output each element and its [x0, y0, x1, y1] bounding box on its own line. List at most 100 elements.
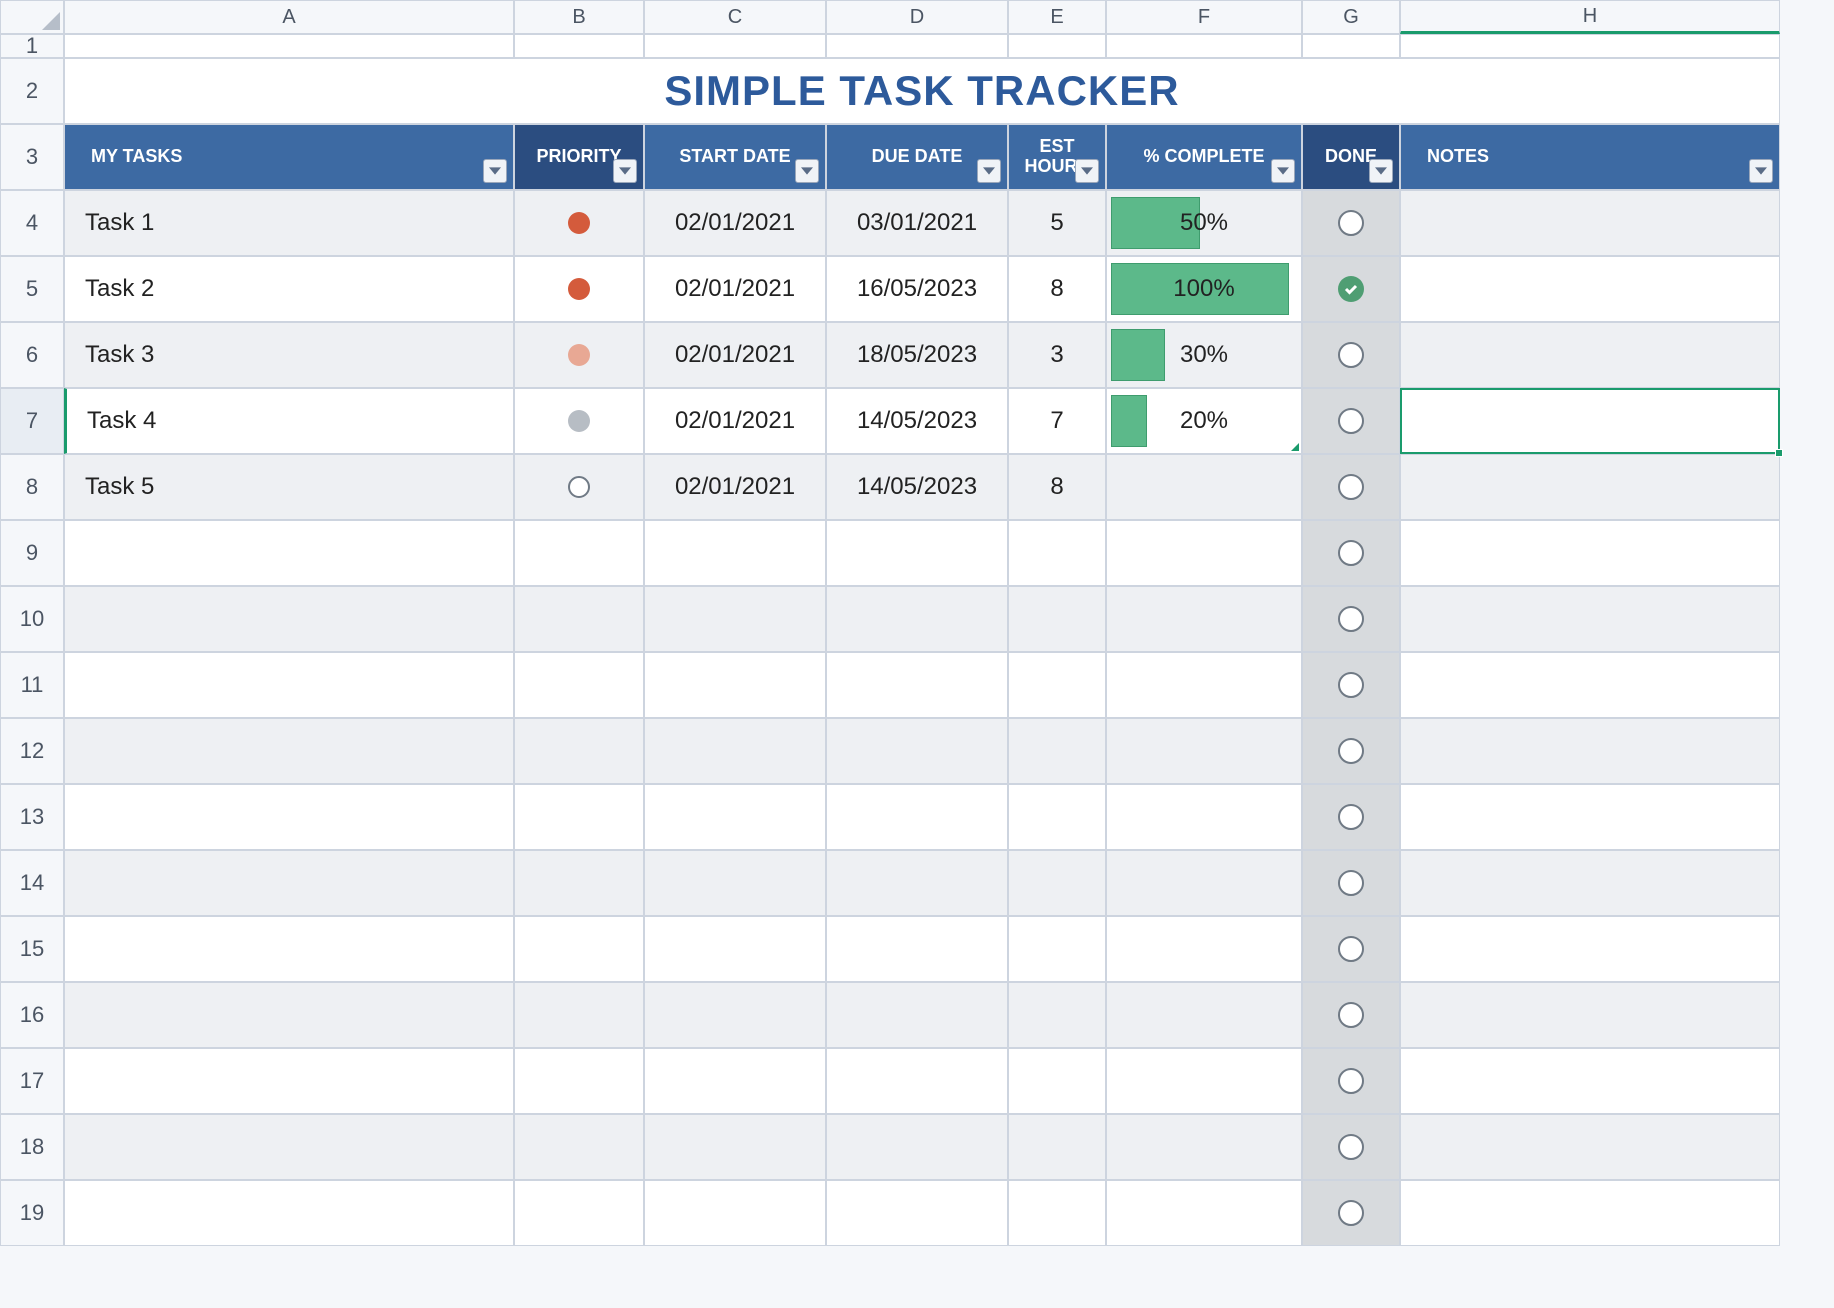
cell-B11[interactable]: [514, 652, 644, 718]
cell-H14[interactable]: [1400, 850, 1780, 916]
cell-B15[interactable]: [514, 916, 644, 982]
cell-D1[interactable]: [826, 34, 1008, 58]
row-header-1[interactable]: 1: [0, 34, 64, 58]
cell-D14[interactable]: [826, 850, 1008, 916]
cell-A4[interactable]: Task 1: [64, 190, 514, 256]
cell-D16[interactable]: [826, 982, 1008, 1048]
cell-A17[interactable]: [64, 1048, 514, 1114]
row-header-16[interactable]: 16: [0, 982, 64, 1048]
cell-B1[interactable]: [514, 34, 644, 58]
cell-D13[interactable]: [826, 784, 1008, 850]
cell-B19[interactable]: [514, 1180, 644, 1246]
cell-F1[interactable]: [1106, 34, 1302, 58]
cell-E17[interactable]: [1008, 1048, 1106, 1114]
cell-G1[interactable]: [1302, 34, 1400, 58]
cell-F13[interactable]: [1106, 784, 1302, 850]
cell-F8[interactable]: [1106, 454, 1302, 520]
cell-C6[interactable]: 02/01/2021: [644, 322, 826, 388]
cell-E7[interactable]: 7: [1008, 388, 1106, 454]
row-header-17[interactable]: 17: [0, 1048, 64, 1114]
cell-G16[interactable]: [1302, 982, 1400, 1048]
row-header-14[interactable]: 14: [0, 850, 64, 916]
row-header-13[interactable]: 13: [0, 784, 64, 850]
cell-A8[interactable]: Task 5: [64, 454, 514, 520]
cell-F19[interactable]: [1106, 1180, 1302, 1246]
cell-B5[interactable]: [514, 256, 644, 322]
cell-D15[interactable]: [826, 916, 1008, 982]
cell-H7[interactable]: [1400, 388, 1780, 454]
cell-E15[interactable]: [1008, 916, 1106, 982]
filter-done[interactable]: [1369, 159, 1393, 183]
cell-A6[interactable]: Task 3: [64, 322, 514, 388]
cell-A10[interactable]: [64, 586, 514, 652]
cell-E6[interactable]: 3: [1008, 322, 1106, 388]
cell-F7[interactable]: 20%: [1106, 388, 1302, 454]
cell-H8[interactable]: [1400, 454, 1780, 520]
col-header-B[interactable]: B: [514, 0, 644, 34]
cell-D12[interactable]: [826, 718, 1008, 784]
row-header-7[interactable]: 7: [0, 388, 64, 454]
cell-F4[interactable]: 50%: [1106, 190, 1302, 256]
cell-D19[interactable]: [826, 1180, 1008, 1246]
cell-G7[interactable]: [1302, 388, 1400, 454]
cell-E11[interactable]: [1008, 652, 1106, 718]
cell-C16[interactable]: [644, 982, 826, 1048]
cell-G13[interactable]: [1302, 784, 1400, 850]
cell-B10[interactable]: [514, 586, 644, 652]
cell-A14[interactable]: [64, 850, 514, 916]
cell-F15[interactable]: [1106, 916, 1302, 982]
filter-my_tasks[interactable]: [483, 159, 507, 183]
cell-F11[interactable]: [1106, 652, 1302, 718]
cell-C11[interactable]: [644, 652, 826, 718]
row-header-2[interactable]: 2: [0, 58, 64, 124]
cell-H9[interactable]: [1400, 520, 1780, 586]
row-header-15[interactable]: 15: [0, 916, 64, 982]
filter-pct_complete[interactable]: [1271, 159, 1295, 183]
cell-E16[interactable]: [1008, 982, 1106, 1048]
cell-E12[interactable]: [1008, 718, 1106, 784]
cell-B17[interactable]: [514, 1048, 644, 1114]
cell-E18[interactable]: [1008, 1114, 1106, 1180]
row-header-8[interactable]: 8: [0, 454, 64, 520]
cell-F17[interactable]: [1106, 1048, 1302, 1114]
cell-A7[interactable]: Task 4: [64, 388, 514, 454]
col-header-A[interactable]: A: [64, 0, 514, 34]
row-header-5[interactable]: 5: [0, 256, 64, 322]
cell-H17[interactable]: [1400, 1048, 1780, 1114]
cell-G12[interactable]: [1302, 718, 1400, 784]
cell-H6[interactable]: [1400, 322, 1780, 388]
cell-C7[interactable]: 02/01/2021: [644, 388, 826, 454]
cell-C15[interactable]: [644, 916, 826, 982]
cell-H16[interactable]: [1400, 982, 1780, 1048]
row-header-11[interactable]: 11: [0, 652, 64, 718]
col-header-D[interactable]: D: [826, 0, 1008, 34]
cell-C4[interactable]: 02/01/2021: [644, 190, 826, 256]
cell-A18[interactable]: [64, 1114, 514, 1180]
cell-E13[interactable]: [1008, 784, 1106, 850]
col-header-E[interactable]: E: [1008, 0, 1106, 34]
row-header-18[interactable]: 18: [0, 1114, 64, 1180]
cell-A19[interactable]: [64, 1180, 514, 1246]
cell-H19[interactable]: [1400, 1180, 1780, 1246]
cell-F14[interactable]: [1106, 850, 1302, 916]
cell-G5[interactable]: [1302, 256, 1400, 322]
selection-handle[interactable]: [1775, 449, 1783, 457]
cell-D18[interactable]: [826, 1114, 1008, 1180]
cell-A12[interactable]: [64, 718, 514, 784]
cell-E19[interactable]: [1008, 1180, 1106, 1246]
cell-G9[interactable]: [1302, 520, 1400, 586]
cell-E14[interactable]: [1008, 850, 1106, 916]
col-header-C[interactable]: C: [644, 0, 826, 34]
cell-G10[interactable]: [1302, 586, 1400, 652]
cell-B14[interactable]: [514, 850, 644, 916]
cell-C1[interactable]: [644, 34, 826, 58]
cell-G8[interactable]: [1302, 454, 1400, 520]
cell-D11[interactable]: [826, 652, 1008, 718]
cell-C14[interactable]: [644, 850, 826, 916]
cell-B18[interactable]: [514, 1114, 644, 1180]
cell-E8[interactable]: 8: [1008, 454, 1106, 520]
row-header-6[interactable]: 6: [0, 322, 64, 388]
cell-D9[interactable]: [826, 520, 1008, 586]
row-header-9[interactable]: 9: [0, 520, 64, 586]
cell-C5[interactable]: 02/01/2021: [644, 256, 826, 322]
